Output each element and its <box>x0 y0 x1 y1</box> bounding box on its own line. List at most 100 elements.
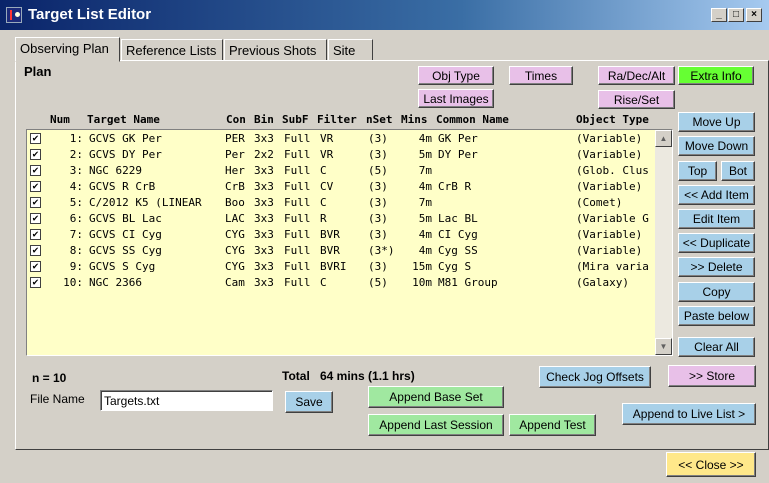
cell-mins: 10m <box>412 276 432 289</box>
cell-num: 1: <box>69 132 83 145</box>
row-checkbox[interactable]: ✔ <box>30 197 41 208</box>
cell-nset: (3) <box>368 212 388 225</box>
file-name-label: File Name <box>30 392 85 406</box>
scroll-down-icon[interactable]: ▼ <box>655 338 672 355</box>
table-row[interactable]: ✔ 3: NGC 6229 Her 3x3 Full C (5) 7m (Glob. Clus <box>27 163 655 179</box>
move-down-button[interactable]: Move Down <box>678 136 755 156</box>
cell-nset: (3*) <box>368 244 395 257</box>
col-object-type: Object Type <box>576 113 649 126</box>
row-checkbox[interactable]: ✔ <box>30 261 41 272</box>
duplicate-button[interactable]: << Duplicate <box>678 233 755 253</box>
col-mins: Mins <box>401 113 428 126</box>
cell-nset: (3) <box>368 196 388 209</box>
tab-previous-shots[interactable]: Previous Shots <box>224 39 327 61</box>
cell-con: CrB <box>225 180 245 193</box>
row-checkbox[interactable]: ✔ <box>30 133 41 144</box>
table-row[interactable]: ✔ 1: GCVS GK Per PER 3x3 Full VR (3) 4m GK Per (Va… <box>27 131 655 147</box>
cell-type: (Variable G <box>576 212 649 225</box>
row-checkbox[interactable]: ✔ <box>30 149 41 160</box>
cell-subf: Full <box>284 276 311 289</box>
cell-nset: (3) <box>368 228 388 241</box>
window-title: Target List Editor <box>28 6 152 23</box>
row-checkbox[interactable]: ✔ <box>30 181 41 192</box>
paste-below-button[interactable]: Paste below <box>678 306 755 326</box>
row-checkbox[interactable]: ✔ <box>30 229 41 240</box>
cell-bin: 3x3 <box>254 228 274 241</box>
cell-nset: (3) <box>368 180 388 193</box>
row-checkbox[interactable]: ✔ <box>30 165 41 176</box>
row-checkbox[interactable]: ✔ <box>30 277 41 288</box>
move-up-button[interactable]: Move Up <box>678 112 755 132</box>
table-row[interactable]: ✔ 7: GCVS CI Cyg CYG 3x3 Full BVR (3) 4m CI Cyg (V… <box>27 227 655 243</box>
append-live-list-button[interactable]: Append to Live List > <box>622 403 756 425</box>
cell-nset: (5) <box>368 276 388 289</box>
bot-button[interactable]: Bot <box>721 161 755 181</box>
tab-reference-lists[interactable]: Reference Lists <box>121 39 223 61</box>
table-row[interactable]: ✔ 8: GCVS SS Cyg CYG 3x3 Full BVR (3*) 4m Cyg SS (… <box>27 243 655 259</box>
times-button[interactable]: Times <box>509 66 573 85</box>
cell-common: CrB R <box>438 180 472 193</box>
cell-bin: 2x2 <box>254 148 274 161</box>
copy-button[interactable]: Copy <box>678 282 755 302</box>
clear-all-button[interactable]: Clear All <box>678 337 755 357</box>
table-row[interactable]: ✔ 4: GCVS R CrB CrB 3x3 Full CV (3) 4m CrB R (Vari… <box>27 179 655 195</box>
append-test-button[interactable]: Append Test <box>509 414 596 436</box>
check-jog-offsets-button[interactable]: Check Jog Offsets <box>539 366 651 388</box>
col-num: Num <box>50 113 70 126</box>
rise-set-button[interactable]: Rise/Set <box>598 90 675 109</box>
edit-item-button[interactable]: Edit Item <box>678 209 755 229</box>
cell-bin: 3x3 <box>254 244 274 257</box>
tab-site[interactable]: Site <box>328 39 373 61</box>
cell-filter: VR <box>320 132 334 145</box>
cell-subf: Full <box>284 148 311 161</box>
cell-mins: 5m <box>418 148 432 161</box>
tab-observing-plan[interactable]: Observing Plan <box>15 37 120 62</box>
close-button[interactable]: << Close >> <box>666 452 756 477</box>
obj-type-button[interactable]: Obj Type <box>418 66 494 85</box>
cell-num: 5: <box>69 196 83 209</box>
top-button[interactable]: Top <box>678 161 717 181</box>
minimize-icon[interactable]: _ <box>711 8 727 22</box>
extra-info-button[interactable]: Extra Info <box>678 66 754 85</box>
target-list[interactable]: ✔ 1: GCVS GK Per PER 3x3 Full VR (3) 4m GK Per (Va… <box>26 129 673 356</box>
last-images-button[interactable]: Last Images <box>418 89 494 108</box>
cell-mins: 4m <box>418 180 432 193</box>
table-row[interactable]: ✔ 6: GCVS BL Lac LAC 3x3 Full R (3) 5m Lac BL (Var… <box>27 211 655 227</box>
col-filter: Filter <box>317 113 357 126</box>
title-bar: Target List Editor _ □ × <box>0 0 769 30</box>
cell-filter: BVRI <box>320 260 347 273</box>
cell-type: (Variable) <box>576 180 643 193</box>
vertical-scrollbar[interactable]: ▲ ▼ <box>655 130 672 355</box>
cell-subf: Full <box>284 212 311 225</box>
table-row[interactable]: ✔ 10: NGC 2366 Cam 3x3 Full C (5) 10m M81 Group (G… <box>27 275 655 291</box>
cell-mins: 15m <box>412 260 432 273</box>
row-checkbox[interactable]: ✔ <box>30 245 41 256</box>
save-button[interactable]: Save <box>285 391 333 413</box>
add-item-button[interactable]: << Add Item <box>678 185 755 205</box>
scroll-up-icon[interactable]: ▲ <box>655 130 672 147</box>
table-row[interactable]: ✔ 9: GCVS S Cyg CYG 3x3 Full BVRI (3) 15m Cyg S (M… <box>27 259 655 275</box>
cell-type: (Variable) <box>576 148 643 161</box>
col-target-name: Target Name <box>87 113 160 126</box>
table-row[interactable]: ✔ 5: C/2012 K5 (LINEAR Boo 3x3 Full C (3) 7m (Com… <box>27 195 655 211</box>
table-row[interactable]: ✔ 2: GCVS DY Per Per 2x2 Full VR (3) 5m DY Per (Va… <box>27 147 655 163</box>
cell-target: GCVS R CrB <box>89 180 156 193</box>
cell-filter: VR <box>320 148 334 161</box>
cell-type: (Glob. Clus <box>576 164 649 177</box>
cell-con: Boo <box>225 196 245 209</box>
close-icon[interactable]: × <box>746 8 762 22</box>
cell-common: M81 Group <box>438 276 498 289</box>
cell-mins: 7m <box>418 164 432 177</box>
row-checkbox[interactable]: ✔ <box>30 213 41 224</box>
file-name-input[interactable]: Targets.txt <box>100 390 273 411</box>
store-button[interactable]: >> Store <box>668 365 756 387</box>
cell-type: (Variable) <box>576 228 643 241</box>
ra-dec-alt-button[interactable]: Ra/Dec/Alt <box>598 66 675 85</box>
maximize-icon[interactable]: □ <box>728 8 744 22</box>
append-base-set-button[interactable]: Append Base Set <box>368 386 504 408</box>
cell-common: CI Cyg <box>438 228 478 241</box>
delete-button[interactable]: >> Delete <box>678 257 755 277</box>
cell-num: 3: <box>69 164 83 177</box>
cell-con: Per <box>225 148 245 161</box>
append-last-session-button[interactable]: Append Last Session <box>368 414 504 436</box>
